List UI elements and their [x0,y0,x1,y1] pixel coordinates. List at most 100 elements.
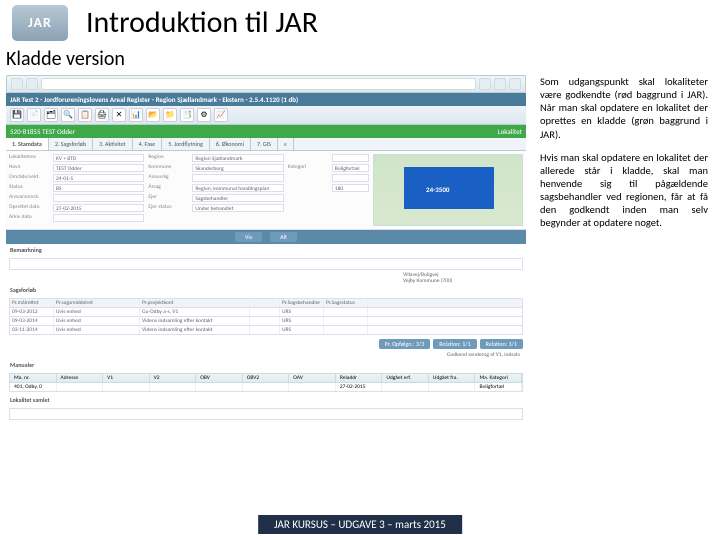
close-icon[interactable]: ✕ [112,108,126,122]
lokalitet-samlet-row [9,408,523,420]
location-bar: 520-81855 TEST Odder Lokalitet [6,125,526,138]
tab-more[interactable]: ≡ [278,138,294,150]
relation2-button[interactable]: Relation: 1/1 [480,339,523,349]
browser-bar [6,75,526,93]
grid-header: Pr.sagsmiddelret [54,299,140,307]
tabs-icon[interactable]: 📑 [180,108,194,122]
section-bar: Vis Alt [6,230,526,244]
field-label: Lokalitetens [9,154,53,162]
field-value[interactable]: Under behandlet [192,204,283,212]
search-icon[interactable]: 🔍 [61,108,75,122]
field-label: Kategori [288,164,332,172]
action-buttons: Pr. Opfølgn.: 3/3 Relation: 1/1 Relation… [6,337,526,351]
save-icon[interactable]: 💾 [10,108,24,122]
app-screenshot: JAR Test 2 - Jordforureningslovens Areal… [6,75,526,422]
side-text: Som udgangspunkt skal lokaliteter være g… [526,75,714,422]
form-col-1: LokalitetensKV + BTDNavnTEST OdderOmråde… [9,154,144,226]
relation1-button[interactable]: Relation: 1/1 [433,339,476,349]
doc-icon[interactable]: 📄 [27,108,41,122]
open-icon[interactable]: 📂 [146,108,160,122]
field-label: Årsag [148,184,192,192]
tab-gis[interactable]: 7. GIS [251,138,278,150]
field-value[interactable]: BS [53,184,144,192]
grid-header: Pr.målrettet [10,299,54,307]
right-info-2: Vejby Kommune (700) [403,278,523,284]
grid-header [250,299,280,307]
vis-button[interactable]: Vis [235,232,262,242]
bemaerkning-label: Bemærkning [6,244,526,256]
field-value[interactable] [53,194,144,202]
print-icon[interactable]: 🖨 [95,108,109,122]
jar-logo: JAR [12,5,68,41]
field-label [288,184,332,192]
file-icon[interactable]: 📁 [163,108,177,122]
tab-sagsforlob[interactable]: 2. Sagsforløb [49,138,93,150]
tab-aktivitet[interactable]: 3. Aktivitet [93,138,132,150]
app-title: JAR Test 2 - Jordforureningslovens Areal… [6,93,526,106]
field-label: Oprettet dato [9,204,53,212]
field-value[interactable]: Region, kommunal handlingsplan [192,184,283,192]
refresh-icon[interactable] [479,78,491,90]
location-id: 520-81855 TEST Odder [10,127,75,136]
opfolgn-button[interactable]: Pr. Opfølgn.: 3/3 [379,339,431,349]
grid-header: Ma. nr. [10,374,57,382]
map-panel[interactable]: 24-3500 [373,154,523,226]
field-label: Ansvarlig [148,174,192,182]
tab-stamdata[interactable]: 1. Stamdata [6,138,49,150]
lokalitet-samlet-label: Lokalitet samlet [6,394,526,406]
bemaerkning-input[interactable] [9,258,523,270]
folder-icon[interactable]: 🗂 [44,108,58,122]
grid-header: Adresse [57,374,104,382]
url-input[interactable] [41,78,476,90]
field-label: Status [9,184,53,192]
side-paragraph-1: Som udgangspunkt skal lokaliteter være g… [540,75,708,141]
table-row[interactable]: 09-03-2012Uvis enhedGu-Odby a-s, V1URS [9,308,523,317]
grid-header: Reladdr [336,374,383,382]
tab-fase[interactable]: 4. Fase [133,138,163,150]
field-label: Navn [9,164,53,172]
grid-header: Pr.Sagsstatus [324,299,368,307]
tab-okonomi[interactable]: 6. Økonomi [210,138,251,150]
map-label: 24-3500 [426,185,449,194]
field-value[interactable]: Sagsbehandler [192,194,283,202]
footer: JAR KURSUS – UDGAVE 3 – marts 2015 [258,515,462,534]
form-col-3: KategoriBoligfortæl 180 [288,154,369,226]
table-row[interactable]: 03-11-2014Uvis enhedVidens indsamling ef… [9,326,523,335]
favorites-icon[interactable] [509,78,521,90]
grid-header: Udgået erf. [382,374,429,382]
stats-icon[interactable]: 📈 [214,108,228,122]
chart-icon[interactable]: 📊 [129,108,143,122]
field-value[interactable] [332,154,369,162]
forward-icon[interactable] [26,78,38,90]
field-value[interactable]: 180 [332,184,369,192]
field-label: Område/sekt. [9,174,53,182]
tab-jordflytning[interactable]: 5. Jordflytning [162,138,210,150]
field-label: Ansvarsområ. [9,194,53,202]
tab-strip: 1. Stamdata 2. Sagsforløb 3. Aktivitet 4… [6,138,526,151]
field-label: Kommune [148,164,192,172]
home-icon[interactable] [494,78,506,90]
alt-button[interactable]: Alt [270,232,297,242]
table-row[interactable]: 09-03-2014Uvis enhedVidens indsamling ef… [9,317,523,326]
field-value[interactable]: 27-02-2015 [53,204,144,212]
grid-header: Udgået fra. [429,374,476,382]
field-value[interactable]: Skanderborg [192,164,283,172]
field-value[interactable] [192,174,283,182]
field-value[interactable] [332,174,369,182]
settings-icon[interactable]: ⚙ [197,108,211,122]
back-icon[interactable] [11,78,23,90]
page-title: Introduktion til JAR [86,4,318,41]
grid-header: Ma. Kategori [475,374,522,382]
grid-header: V2 [150,374,197,382]
field-value[interactable] [53,214,144,222]
clipboard-icon[interactable]: 📋 [78,108,92,122]
field-value[interactable]: Region Sjællandmark [192,154,283,162]
field-value[interactable]: 24-01-5 [53,174,144,182]
field-value[interactable]: KV + BTD [53,154,144,162]
form-col-2: RegionRegion SjællandmarkKommuneSkanderb… [148,154,283,226]
field-value[interactable]: Boligfortæl [332,164,369,172]
field-label: Region [148,154,192,162]
field-label [288,154,332,162]
toolbar: 💾 📄 🗂 🔍 📋 🖨 ✕ 📊 📂 📁 📑 ⚙ 📈 [6,106,526,125]
field-value[interactable]: TEST Odder [53,164,144,172]
